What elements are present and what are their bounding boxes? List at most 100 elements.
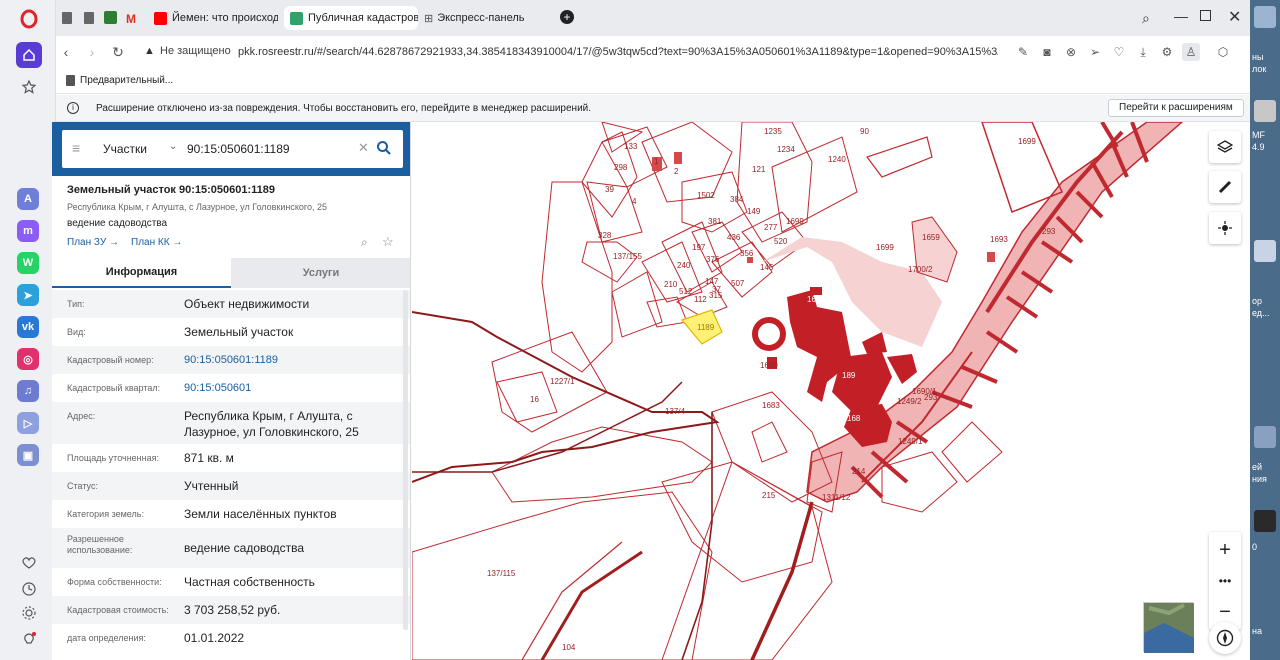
video-app-icon[interactable]: ▷ bbox=[17, 412, 39, 434]
parcel-label[interactable]: 90 bbox=[860, 127, 869, 136]
close-button[interactable]: ✕ bbox=[1228, 7, 1241, 27]
parcel-label[interactable]: 104 bbox=[562, 643, 576, 652]
parcel-label[interactable]: 520 bbox=[774, 237, 788, 246]
vpn-icon[interactable]: ⚙ bbox=[1158, 43, 1176, 61]
warning-icon[interactable]: ▲ bbox=[144, 45, 155, 57]
parcel-label[interactable]: 37 bbox=[712, 285, 721, 294]
bookmarks-star-icon[interactable] bbox=[16, 74, 42, 100]
heart-icon[interactable]: ♡ bbox=[1110, 43, 1128, 61]
search-tabs-icon[interactable]: ⌕ bbox=[1142, 10, 1150, 27]
tips-bulb-icon[interactable] bbox=[16, 626, 42, 652]
parcel-label[interactable]: 2 bbox=[674, 167, 679, 176]
map-canvas[interactable]: 133 298 1 2 39 4 328 1502 381 384149277 436 356 145 5… bbox=[412, 122, 1250, 660]
parcel-label[interactable]: 149 bbox=[747, 207, 761, 216]
download-icon[interactable]: ⤓ bbox=[1134, 43, 1152, 61]
parcel-label[interactable]: 39 bbox=[605, 185, 614, 194]
layers-icon[interactable] bbox=[1209, 131, 1241, 163]
parcel-label[interactable]: 137/115 bbox=[487, 569, 516, 578]
parcel-label[interactable]: 214 bbox=[852, 467, 866, 476]
plan-kk-link[interactable]: План КК → bbox=[131, 237, 182, 248]
new-tab-button[interactable]: + bbox=[560, 10, 574, 24]
maximize-button[interactable] bbox=[1200, 10, 1211, 21]
favorite-star-icon[interactable]: ☆ bbox=[382, 234, 394, 250]
parcel-label[interactable]: 1249/1 bbox=[898, 437, 923, 446]
desktop-file-icon[interactable] bbox=[1254, 100, 1276, 122]
parcel-label[interactable]: 1235 bbox=[764, 127, 782, 136]
parcel-label[interactable]: 1234 bbox=[777, 145, 795, 154]
parcel-label[interactable]: 1683 bbox=[762, 401, 780, 410]
parcel-label[interactable]: 1 bbox=[654, 157, 659, 166]
info-value[interactable]: 90:15:050601:1189 bbox=[184, 352, 399, 368]
parcel-label[interactable]: 121 bbox=[752, 165, 766, 174]
settings-gear-icon[interactable] bbox=[16, 600, 42, 626]
parcel-label[interactable]: 168 bbox=[847, 414, 861, 423]
page-icon[interactable] bbox=[62, 12, 72, 24]
page-icon[interactable] bbox=[84, 12, 94, 24]
parcel-label[interactable]: 240 bbox=[677, 261, 691, 270]
parcel-label[interactable]: 277 bbox=[764, 223, 778, 232]
sheets-icon[interactable] bbox=[104, 11, 117, 24]
parcel-label[interactable]: 436 bbox=[727, 233, 741, 242]
wallet-app-icon[interactable]: ▣ bbox=[17, 444, 39, 466]
parcel-label[interactable]: 4 bbox=[632, 197, 637, 206]
parcel-label[interactable]: 1249/2 bbox=[897, 397, 922, 406]
ruler-icon[interactable] bbox=[1209, 171, 1241, 203]
parcel-label[interactable]: 1700/2 bbox=[908, 265, 933, 274]
parcel-label[interactable]: 293 bbox=[924, 393, 938, 402]
parcel-label[interactable]: 112 bbox=[694, 295, 707, 304]
profile-icon[interactable]: ♙ bbox=[1182, 43, 1200, 61]
parcel-label[interactable]: 1699 bbox=[1018, 137, 1036, 146]
edit-icon[interactable]: ✎ bbox=[1014, 43, 1032, 61]
instagram-app-icon[interactable]: ◎ bbox=[17, 348, 39, 370]
extensions-cube-icon[interactable]: ⬡ bbox=[1214, 43, 1232, 61]
selected-parcel-label[interactable]: 1189 bbox=[697, 323, 715, 332]
locate-icon[interactable] bbox=[1209, 212, 1241, 244]
tab-speed-dial[interactable]: ⊞ Экспресс-панель bbox=[420, 6, 540, 30]
parcel-label[interactable]: 384 bbox=[730, 195, 744, 204]
tab-cadastral[interactable]: Публичная кадастровая bbox=[284, 6, 418, 30]
parcel-label[interactable]: 1699 bbox=[786, 217, 804, 226]
tab-services[interactable]: Услуги bbox=[231, 258, 410, 288]
parcel-label[interactable]: 210 bbox=[664, 280, 678, 289]
parcel-label[interactable]: 376 bbox=[706, 255, 720, 264]
parcel-label[interactable]: 1311/12 bbox=[822, 493, 851, 502]
player-app-icon[interactable]: ♫ bbox=[17, 380, 39, 402]
reload-button[interactable]: ↻ bbox=[108, 42, 128, 62]
satellite-thumbnail[interactable] bbox=[1143, 602, 1194, 653]
parcel-label[interactable]: 1693 bbox=[990, 235, 1008, 244]
search-icon[interactable] bbox=[376, 140, 392, 156]
home-icon[interactable] bbox=[16, 42, 42, 68]
parcel-label[interactable]: 293 bbox=[1042, 227, 1056, 236]
gmail-icon[interactable]: M bbox=[126, 12, 136, 26]
parcel-label[interactable]: 133 bbox=[624, 142, 638, 151]
desktop-file-icon[interactable] bbox=[1254, 426, 1276, 448]
zoom-in-button[interactable]: + bbox=[1219, 540, 1231, 560]
desktop-file-icon[interactable] bbox=[1254, 6, 1276, 28]
parcel-label[interactable]: 16 bbox=[530, 395, 539, 404]
parcel-label[interactable]: 328 bbox=[598, 231, 612, 240]
plan-zu-link[interactable]: План ЗУ → bbox=[67, 237, 119, 248]
tab-information[interactable]: Информация bbox=[52, 258, 231, 288]
whatsapp-app-icon[interactable]: W bbox=[17, 252, 39, 274]
parcel-label[interactable]: 1502 bbox=[697, 191, 715, 200]
parcel-label[interactable]: 298 bbox=[614, 163, 628, 172]
adblock-icon[interactable]: ⊗ bbox=[1062, 43, 1080, 61]
cadastral-map[interactable]: 133 298 1 2 39 4 328 1502 381 384 149 277 436 356 145 5… bbox=[412, 122, 1250, 660]
vk-app-icon[interactable]: vk bbox=[17, 316, 39, 338]
minimize-button[interactable]: — bbox=[1174, 8, 1188, 24]
zoom-to-icon[interactable]: ⌕ bbox=[361, 235, 368, 250]
parcel-label[interactable]: 189 bbox=[842, 371, 856, 380]
menu-icon[interactable]: ≡ bbox=[72, 140, 80, 156]
category-select[interactable]: Участки bbox=[103, 142, 147, 156]
security-label[interactable]: Не защищено bbox=[160, 45, 231, 57]
zoom-out-button[interactable]: − bbox=[1219, 602, 1231, 622]
clear-icon[interactable]: ✕ bbox=[358, 140, 369, 156]
telegram-app-icon[interactable]: ➤ bbox=[17, 284, 39, 306]
send-icon[interactable]: ➢ bbox=[1086, 43, 1104, 61]
parcel-label[interactable]: 1699 bbox=[876, 243, 894, 252]
parcel-label[interactable]: 137/4 bbox=[665, 407, 686, 416]
forward-button[interactable]: › bbox=[82, 42, 102, 62]
back-button[interactable]: ‹ bbox=[56, 42, 76, 62]
parcel-label[interactable]: 507 bbox=[731, 279, 745, 288]
chevron-down-icon[interactable]: ⌄ bbox=[169, 141, 177, 152]
